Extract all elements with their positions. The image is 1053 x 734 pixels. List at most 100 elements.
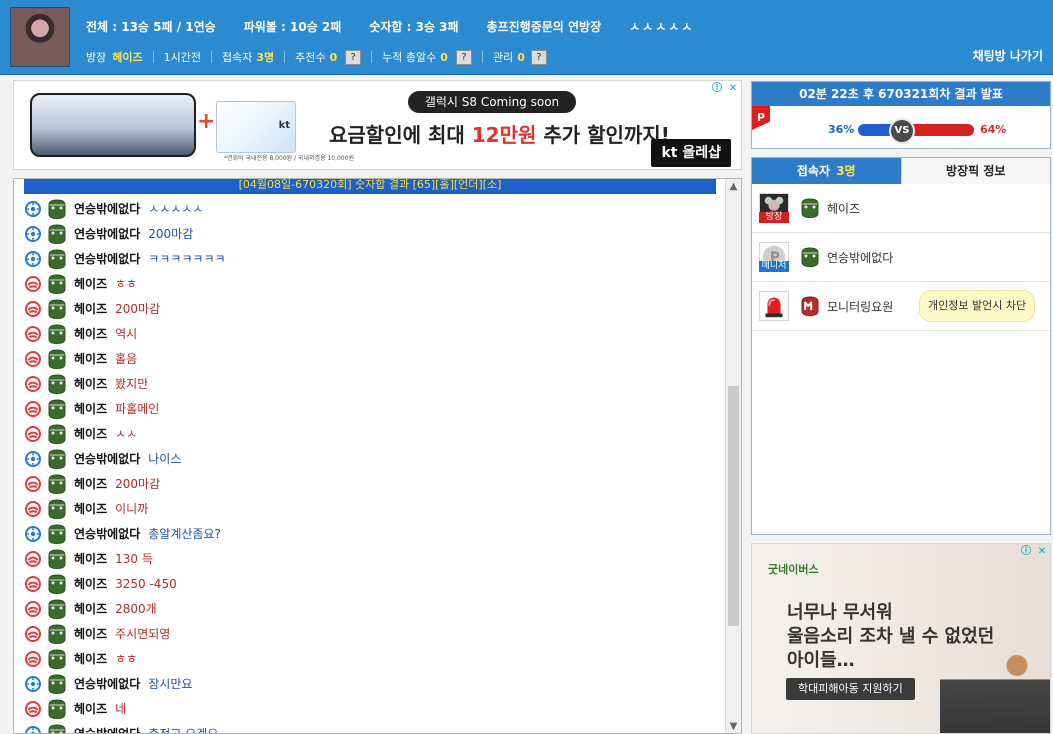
blue-team-icon (24, 675, 42, 693)
users-label: 접속자 (221, 51, 253, 64)
red-team-icon (24, 400, 42, 418)
chat-username[interactable]: 헤이즈 (74, 325, 107, 342)
chat-message-text: ㅎㅎ (115, 652, 138, 666)
chat-message-row: 헤이즈 ㅎㅎ (24, 271, 724, 296)
chat-room-window: 전체 : 13승 5패 / 1연승 파워볼 : 10승 2패 숫자합 : 3승 … (0, 0, 1053, 734)
phone-image (30, 93, 196, 157)
red-team-icon (24, 475, 42, 493)
scroll-down-icon[interactable]: ▼ (728, 721, 739, 733)
result-title: 02분 22초 후 670321회차 결과 발표 (752, 82, 1050, 106)
info-icon[interactable]: ⓘ (1020, 546, 1032, 558)
tab-users-count: 3명 (836, 164, 856, 178)
chat-username[interactable]: 헤이즈 (74, 275, 107, 292)
leave-chat-button[interactable]: 채팅방 나가기 (973, 47, 1043, 64)
scroll-thumb[interactable] (728, 386, 739, 626)
ad-headline: 요금할인에 최대 12만원 추가 할인까지! (329, 119, 670, 148)
scroll-up-icon[interactable]: ▲ (728, 181, 739, 193)
game-result-notice: [04월08일-670320회] 숫자합 결과 [65][홀][언더][소] (24, 179, 716, 194)
chat-username[interactable]: 헤이즈 (74, 400, 107, 417)
blue-team-icon (24, 725, 42, 733)
tab-owner-pick[interactable]: 방장픽 정보 (900, 158, 1050, 184)
room-cumulative: 누적 총알수 0 ? (382, 49, 472, 65)
room-time: 1시간전 (164, 49, 201, 65)
recommend-help-button[interactable]: ? (345, 49, 362, 65)
chat-username[interactable]: 연승밖에없다 (74, 450, 140, 467)
top-ad-banner[interactable]: + kt *연회비 국내전용 8,000원 / 국내외겸용 10,000원 갤럭… (13, 80, 742, 170)
info-icon[interactable]: ⓘ (711, 83, 723, 95)
owner-name[interactable]: 헤이즈 (112, 49, 142, 65)
chat-username[interactable]: 헤이즈 (74, 500, 107, 517)
user-name[interactable]: 연승밖에없다 (827, 249, 893, 266)
user-avatar[interactable]: 매니저 (759, 242, 789, 272)
chat-message-text: 130 득 (115, 552, 153, 566)
ad-brand: 굿네이버스 (768, 563, 819, 576)
chat-message-text: 3250 -450 (115, 576, 177, 591)
chat-username[interactable]: 헤이즈 (74, 625, 107, 642)
stats-total: 전체 : 13승 5패 / 1연승 (86, 19, 216, 34)
user-row[interactable]: 방장 헤이즈 (752, 184, 1050, 233)
result-panel: 02분 22초 후 670321회차 결과 발표 P 36% VS 64% (751, 81, 1051, 149)
chat-message-row: 연승밖에없다 총알계산좀요? (24, 521, 724, 546)
chat-username[interactable]: 헤이즈 (74, 475, 107, 492)
red-team-icon (24, 625, 42, 643)
chat-username[interactable]: 헤이즈 (74, 550, 107, 567)
close-icon[interactable]: ✕ (727, 83, 739, 95)
room-manage: 관리 0 ? (493, 49, 547, 65)
divider (284, 51, 286, 63)
chat-message-text: 봤지만 (115, 377, 149, 391)
chat-username[interactable]: 헤이즈 (74, 700, 107, 717)
blue-team-icon (24, 525, 42, 543)
chat-username[interactable]: 헤이즈 (74, 425, 107, 442)
chat-username[interactable]: 헤이즈 (74, 650, 107, 667)
chat-message-text: 주시면되영 (115, 627, 171, 641)
close-icon[interactable]: ✕ (1036, 546, 1048, 558)
rank-badge-icon (46, 698, 68, 720)
monitor-badge-icon (799, 295, 821, 317)
chat-username[interactable]: 헤이즈 (74, 300, 107, 317)
chat-username[interactable]: 연승밖에없다 (74, 250, 140, 267)
chat-scrollbar[interactable]: ▲ ▼ (725, 179, 741, 733)
red-team-icon (24, 275, 42, 293)
chat-username[interactable]: 연승밖에없다 (74, 525, 140, 542)
chat-username[interactable]: 연승밖에없다 (74, 725, 140, 733)
room-owner-avatar[interactable] (10, 7, 70, 67)
ad-headline-prefix: 요금할인에 최대 (329, 123, 472, 147)
chat-username[interactable]: 연승밖에없다 (74, 675, 140, 692)
chat-message-row: 헤이즈 네 (24, 696, 724, 721)
cumulative-help-button[interactable]: ? (455, 49, 472, 65)
manage-help-button[interactable]: ? (530, 49, 547, 65)
user-row[interactable]: 모니터링요원 개인정보 발언시 차단 (752, 282, 1050, 331)
chat-username[interactable]: 연승밖에없다 (74, 225, 140, 242)
chat-message-row: 헤이즈 홀음 (24, 346, 724, 371)
user-avatar[interactable] (759, 291, 789, 321)
chat-message-row: 연승밖에없다 나이스 (24, 446, 724, 471)
chat-username[interactable]: 헤이즈 (74, 600, 107, 617)
chat-username[interactable]: 헤이즈 (74, 575, 107, 592)
ad-headline-suffix: 추가 할인까지! (536, 123, 670, 147)
powerball-badge: P (752, 106, 770, 130)
ad-controls: ⓘ ✕ (1020, 546, 1048, 558)
rank-badge-icon (46, 298, 68, 320)
chat-username[interactable]: 헤이즈 (74, 350, 107, 367)
chat-username[interactable]: 연승밖에없다 (74, 200, 140, 217)
red-team-icon (24, 650, 42, 668)
user-row[interactable]: 매니저 연승밖에없다 (752, 233, 1050, 282)
stats-number-sum: 숫자합 : 3승 3패 (369, 19, 459, 34)
room-recommend: 추천수 0 ? (295, 49, 362, 65)
room-title: 총프진행중문의 연방장 (486, 19, 602, 34)
rank-badge-icon (46, 348, 68, 370)
user-avatar[interactable]: 방장 (759, 193, 789, 223)
rank-badge-icon (46, 223, 68, 245)
rank-badge-icon (46, 598, 68, 620)
ad-cta-button[interactable]: 학대피해아동 지원하기 (786, 678, 915, 700)
user-name[interactable]: 모니터링요원 (827, 298, 893, 315)
chat-message-text: ㅋㅋㅋㅋㅋㅋㅋ (148, 252, 226, 266)
user-name[interactable]: 헤이즈 (827, 200, 860, 217)
chat-username[interactable]: 헤이즈 (74, 375, 107, 392)
users-tabs: 접속자 3명 방장픽 정보 (752, 158, 1050, 184)
side-ad[interactable]: 굿네이버스 너무나 무서워 울음소리 조차 낼 수 없었던 아이들… 학대피해아… (751, 543, 1051, 734)
warning-tooltip: 개인정보 발언시 차단 (919, 290, 1036, 322)
tab-users[interactable]: 접속자 3명 (752, 158, 901, 184)
users-value: 3명 (256, 51, 275, 64)
blue-team-icon (24, 200, 42, 218)
